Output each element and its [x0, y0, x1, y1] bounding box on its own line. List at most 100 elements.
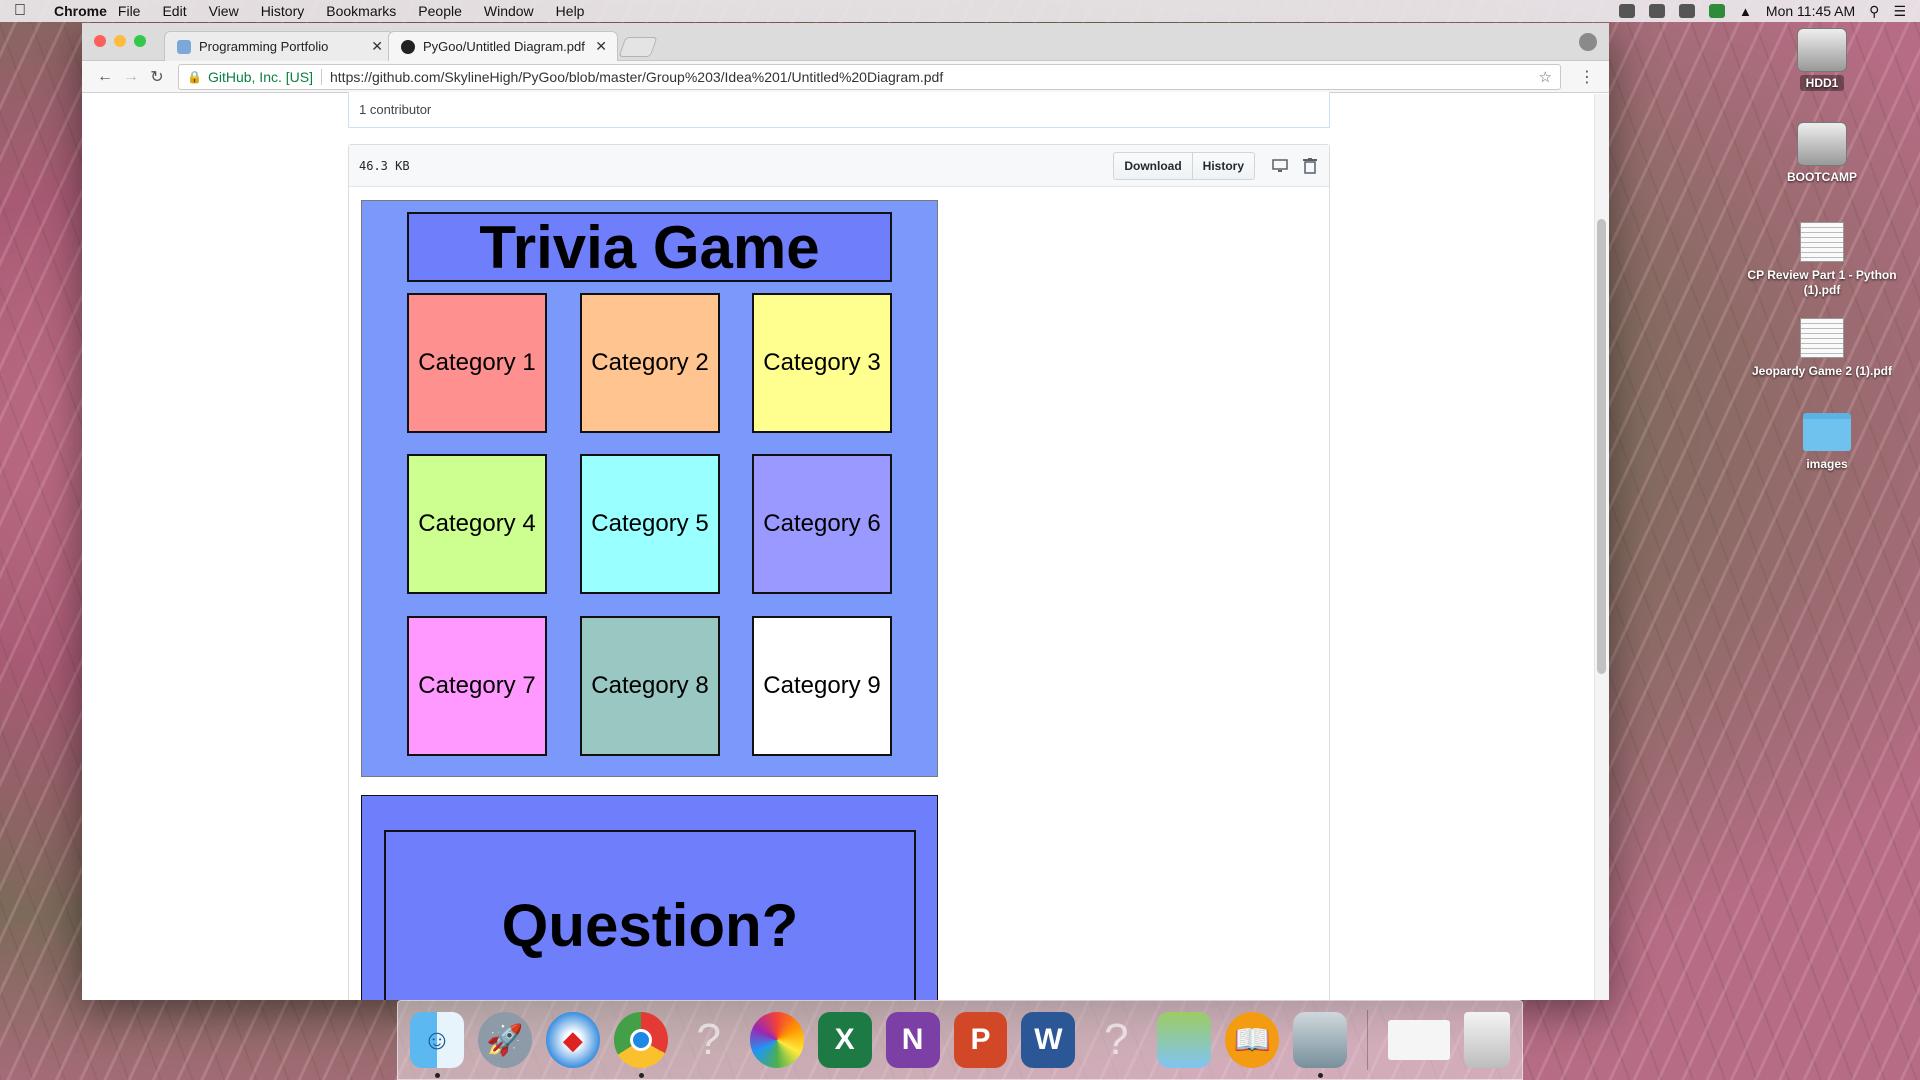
scrollbar-thumb[interactable]	[1597, 219, 1606, 674]
category-box: Category 3	[752, 293, 892, 433]
desktop-icon-label: Jeopardy Game 2 (1).pdf	[1751, 364, 1893, 378]
browser-window: Programming Portfolio ✕ PyGoo/Untitled D…	[82, 23, 1609, 1000]
bookmark-star-icon[interactable]: ☆	[1539, 68, 1552, 86]
safari-icon[interactable]: ◆	[545, 1012, 600, 1068]
close-window-button[interactable]	[94, 35, 106, 47]
trash-icon[interactable]	[1301, 157, 1319, 175]
menu-help[interactable]: Help	[556, 3, 585, 19]
status-icon[interactable]	[1649, 4, 1666, 18]
contributors-bar[interactable]: 1 contributor	[348, 92, 1330, 128]
tab-github-diagram[interactable]: PyGoo/Untitled Diagram.pdf at ✕	[388, 31, 618, 61]
dock-separator	[1367, 1010, 1369, 1070]
tab-programming-portfolio[interactable]: Programming Portfolio ✕	[164, 31, 394, 61]
desktop-icon-hdd1[interactable]: HDD1	[1737, 28, 1907, 91]
address-bar[interactable]: 🔒 GitHub, Inc. [US] https://github.com/S…	[178, 63, 1561, 90]
menu-window[interactable]: Window	[484, 3, 534, 19]
history-button[interactable]: History	[1192, 151, 1255, 180]
github-favicon-icon	[401, 39, 415, 54]
category-box: Category 8	[580, 616, 720, 756]
preview-icon[interactable]	[1293, 1012, 1348, 1078]
menu-file[interactable]: File	[118, 3, 141, 19]
drive-icon	[1797, 28, 1847, 72]
folder-icon	[1803, 413, 1851, 451]
menu-view[interactable]: View	[209, 3, 239, 19]
chrome-menu-icon[interactable]: ⋮	[1575, 67, 1599, 87]
desktop-icon-cp-review-pdf[interactable]: CP Review Part 1 - Python (1).pdf	[1737, 222, 1907, 298]
category-box: Category 6	[752, 454, 892, 594]
tab-title: Programming Portfolio	[199, 39, 329, 54]
chrome-icon[interactable]	[613, 1012, 668, 1078]
reload-icon[interactable]: ↻	[144, 67, 170, 87]
status-icon[interactable]	[1619, 4, 1636, 18]
finder-icon[interactable]: ☺	[410, 1012, 464, 1078]
pdf-icon	[1800, 318, 1844, 358]
new-tab-button[interactable]	[618, 37, 658, 57]
launchpad-icon[interactable]: 🚀	[477, 1012, 532, 1068]
desktop-icon-bootcamp[interactable]: BOOTCAMP	[1737, 122, 1907, 185]
lock-icon: 🔒	[187, 69, 202, 84]
downloads-stack-icon[interactable]	[1388, 1020, 1450, 1060]
minimize-window-button[interactable]	[114, 35, 126, 47]
close-tab-icon[interactable]: ✕	[595, 38, 607, 55]
pdf-page-question: Question?	[361, 795, 938, 1000]
url-text[interactable]: https://github.com/SkylineHigh/PyGoo/blo…	[330, 69, 1539, 85]
page-viewport: 1 contributor 46.3 KB Download History T…	[82, 92, 1609, 1000]
question-text: Question?	[384, 830, 916, 1000]
category-box: Category 9	[752, 616, 892, 756]
desktop-icon-jeopardy-pdf[interactable]: Jeopardy Game 2 (1).pdf	[1737, 318, 1907, 379]
desktop-icon-label: images	[1806, 457, 1848, 471]
menu-people[interactable]: People	[418, 3, 462, 19]
site-favicon-icon	[177, 39, 191, 54]
category-box: Category 7	[407, 616, 547, 756]
menu-edit[interactable]: Edit	[162, 3, 186, 19]
file-actions: Download History	[1113, 151, 1255, 180]
menu-app-name[interactable]: Chrome	[54, 3, 107, 19]
powerpoint-icon[interactable]: P	[953, 1012, 1008, 1068]
ibooks-icon[interactable]: 📖	[1225, 1012, 1280, 1068]
spotlight-icon[interactable]: ⚲	[1869, 3, 1879, 20]
desktop-icon[interactable]	[1271, 157, 1289, 175]
status-icon[interactable]	[1679, 4, 1696, 18]
forward-arrow-icon[interactable]: →	[118, 68, 144, 86]
close-tab-icon[interactable]: ✕	[371, 38, 383, 55]
tab-strip: Programming Portfolio ✕ PyGoo/Untitled D…	[82, 23, 1609, 61]
pdf-icon	[1800, 222, 1844, 262]
wifi-icon[interactable]: ▲	[1739, 4, 1752, 19]
page-scrollbar[interactable]	[1594, 94, 1609, 1000]
menu-history[interactable]: History	[261, 3, 305, 19]
profile-icon[interactable]	[1579, 33, 1597, 51]
notification-center-icon[interactable]: ☰	[1893, 3, 1906, 20]
category-box: Category 4	[407, 454, 547, 594]
pdf-page-trivia-board: Trivia Game Category 1 Category 2 Catego…	[361, 200, 938, 777]
unknown-app-icon[interactable]: ?	[682, 1012, 736, 1068]
photos-icon[interactable]	[749, 1012, 804, 1068]
category-box: Category 1	[407, 293, 547, 433]
maps-icon[interactable]	[1157, 1012, 1212, 1068]
file-size: 46.3 KB	[359, 158, 410, 173]
clock[interactable]: Mon 11:45 AM	[1766, 3, 1855, 19]
trash-icon[interactable]	[1463, 1012, 1510, 1068]
desktop-icon-images-folder[interactable]: images	[1742, 413, 1912, 472]
desktop-icon-label: BOOTCAMP	[1787, 170, 1857, 184]
download-button[interactable]: Download	[1113, 151, 1193, 180]
diagram-title: Trivia Game	[407, 212, 892, 282]
onenote-icon[interactable]: N	[885, 1012, 940, 1068]
back-arrow-icon[interactable]: ←	[92, 68, 118, 86]
tab-title: PyGoo/Untitled Diagram.pdf at	[423, 39, 590, 54]
unknown-app-icon[interactable]: ?	[1089, 1012, 1143, 1068]
word-icon[interactable]: W	[1021, 1012, 1076, 1068]
status-icon[interactable]	[1709, 4, 1726, 18]
drive-icon	[1797, 122, 1847, 166]
category-box: Category 2	[580, 293, 720, 433]
dock: ☺ 🚀 ◆ ? X N P W ? 📖	[397, 1000, 1523, 1080]
file-header: 46.3 KB Download History	[349, 145, 1329, 187]
security-label[interactable]: GitHub, Inc. [US]	[208, 68, 322, 85]
apple-icon[interactable]: 	[14, 2, 38, 20]
category-box: Category 5	[580, 454, 720, 594]
menu-bookmarks[interactable]: Bookmarks	[326, 3, 396, 19]
desktop-icon-label: CP Review Part 1 - Python (1).pdf	[1747, 268, 1897, 297]
zoom-window-button[interactable]	[134, 35, 146, 47]
desktop-icon-label: HDD1	[1799, 75, 1845, 91]
file-viewer: 46.3 KB Download History Trivia Game Cat…	[348, 144, 1330, 1000]
excel-icon[interactable]: X	[817, 1012, 872, 1068]
